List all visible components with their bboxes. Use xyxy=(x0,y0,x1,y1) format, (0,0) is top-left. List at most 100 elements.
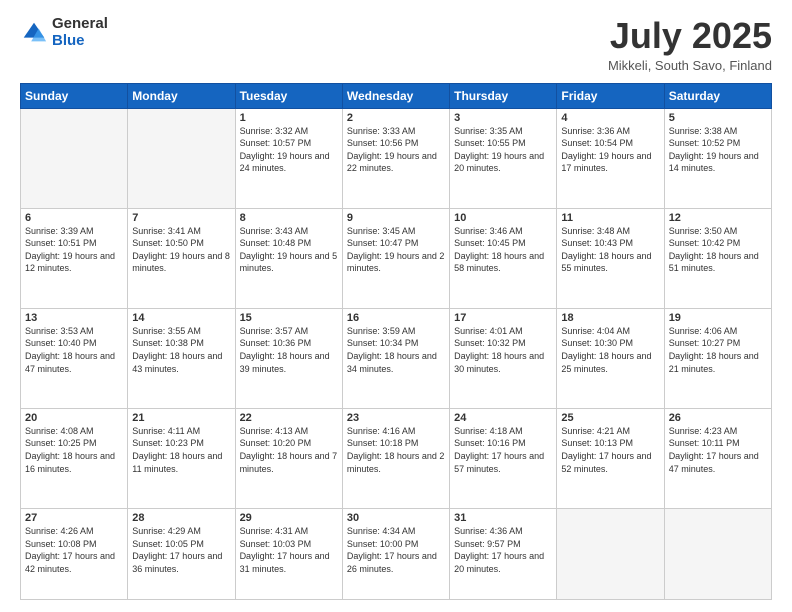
day-number: 8 xyxy=(240,212,338,224)
table-row: 9Sunrise: 3:45 AM Sunset: 10:47 PM Dayli… xyxy=(342,208,449,308)
week-row-1: 1Sunrise: 3:32 AM Sunset: 10:57 PM Dayli… xyxy=(21,108,772,208)
day-info: Sunrise: 3:39 AM Sunset: 10:51 PM Daylig… xyxy=(25,225,123,275)
calendar-header-row: Sunday Monday Tuesday Wednesday Thursday… xyxy=(21,83,772,108)
table-row: 15Sunrise: 3:57 AM Sunset: 10:36 PM Dayl… xyxy=(235,308,342,408)
day-number: 23 xyxy=(347,412,445,424)
month-title: July 2025 xyxy=(608,16,772,56)
table-row: 18Sunrise: 4:04 AM Sunset: 10:30 PM Dayl… xyxy=(557,308,664,408)
day-info: Sunrise: 4:29 AM Sunset: 10:05 PM Daylig… xyxy=(132,525,230,575)
day-info: Sunrise: 3:45 AM Sunset: 10:47 PM Daylig… xyxy=(347,225,445,275)
table-row: 22Sunrise: 4:13 AM Sunset: 10:20 PM Dayl… xyxy=(235,408,342,508)
table-row: 30Sunrise: 4:34 AM Sunset: 10:00 PM Dayl… xyxy=(342,508,449,599)
col-friday: Friday xyxy=(557,83,664,108)
day-number: 18 xyxy=(561,312,659,324)
table-row xyxy=(557,508,664,599)
table-row: 8Sunrise: 3:43 AM Sunset: 10:48 PM Dayli… xyxy=(235,208,342,308)
day-number: 27 xyxy=(25,512,123,524)
table-row: 17Sunrise: 4:01 AM Sunset: 10:32 PM Dayl… xyxy=(450,308,557,408)
table-row: 28Sunrise: 4:29 AM Sunset: 10:05 PM Dayl… xyxy=(128,508,235,599)
col-wednesday: Wednesday xyxy=(342,83,449,108)
day-info: Sunrise: 4:18 AM Sunset: 10:16 PM Daylig… xyxy=(454,425,552,475)
day-info: Sunrise: 3:35 AM Sunset: 10:55 PM Daylig… xyxy=(454,125,552,175)
day-number: 26 xyxy=(669,412,767,424)
table-row: 27Sunrise: 4:26 AM Sunset: 10:08 PM Dayl… xyxy=(21,508,128,599)
week-row-3: 13Sunrise: 3:53 AM Sunset: 10:40 PM Dayl… xyxy=(21,308,772,408)
day-info: Sunrise: 4:23 AM Sunset: 10:11 PM Daylig… xyxy=(669,425,767,475)
page: General Blue July 2025 Mikkeli, South Sa… xyxy=(0,0,792,612)
day-number: 29 xyxy=(240,512,338,524)
table-row: 1Sunrise: 3:32 AM Sunset: 10:57 PM Dayli… xyxy=(235,108,342,208)
day-number: 1 xyxy=(240,112,338,124)
logo: General Blue xyxy=(20,16,108,49)
day-number: 13 xyxy=(25,312,123,324)
table-row: 13Sunrise: 3:53 AM Sunset: 10:40 PM Dayl… xyxy=(21,308,128,408)
week-row-2: 6Sunrise: 3:39 AM Sunset: 10:51 PM Dayli… xyxy=(21,208,772,308)
day-number: 7 xyxy=(132,212,230,224)
day-info: Sunrise: 4:13 AM Sunset: 10:20 PM Daylig… xyxy=(240,425,338,475)
day-number: 20 xyxy=(25,412,123,424)
day-info: Sunrise: 4:01 AM Sunset: 10:32 PM Daylig… xyxy=(454,325,552,375)
table-row: 20Sunrise: 4:08 AM Sunset: 10:25 PM Dayl… xyxy=(21,408,128,508)
day-number: 24 xyxy=(454,412,552,424)
day-info: Sunrise: 3:55 AM Sunset: 10:38 PM Daylig… xyxy=(132,325,230,375)
table-row: 3Sunrise: 3:35 AM Sunset: 10:55 PM Dayli… xyxy=(450,108,557,208)
day-number: 16 xyxy=(347,312,445,324)
day-number: 4 xyxy=(561,112,659,124)
logo-text: General Blue xyxy=(52,16,108,49)
day-info: Sunrise: 3:41 AM Sunset: 10:50 PM Daylig… xyxy=(132,225,230,275)
day-info: Sunrise: 4:11 AM Sunset: 10:23 PM Daylig… xyxy=(132,425,230,475)
col-tuesday: Tuesday xyxy=(235,83,342,108)
table-row xyxy=(21,108,128,208)
table-row: 10Sunrise: 3:46 AM Sunset: 10:45 PM Dayl… xyxy=(450,208,557,308)
table-row: 5Sunrise: 3:38 AM Sunset: 10:52 PM Dayli… xyxy=(664,108,771,208)
day-number: 17 xyxy=(454,312,552,324)
col-monday: Monday xyxy=(128,83,235,108)
table-row: 2Sunrise: 3:33 AM Sunset: 10:56 PM Dayli… xyxy=(342,108,449,208)
day-number: 10 xyxy=(454,212,552,224)
day-info: Sunrise: 4:26 AM Sunset: 10:08 PM Daylig… xyxy=(25,525,123,575)
day-number: 2 xyxy=(347,112,445,124)
logo-general: General xyxy=(52,16,108,33)
day-number: 31 xyxy=(454,512,552,524)
day-info: Sunrise: 4:08 AM Sunset: 10:25 PM Daylig… xyxy=(25,425,123,475)
day-info: Sunrise: 3:36 AM Sunset: 10:54 PM Daylig… xyxy=(561,125,659,175)
day-number: 30 xyxy=(347,512,445,524)
day-info: Sunrise: 3:43 AM Sunset: 10:48 PM Daylig… xyxy=(240,225,338,275)
table-row xyxy=(128,108,235,208)
logo-icon xyxy=(20,19,48,47)
table-row xyxy=(664,508,771,599)
day-info: Sunrise: 3:33 AM Sunset: 10:56 PM Daylig… xyxy=(347,125,445,175)
day-info: Sunrise: 4:36 AM Sunset: 9:57 PM Dayligh… xyxy=(454,525,552,575)
table-row: 4Sunrise: 3:36 AM Sunset: 10:54 PM Dayli… xyxy=(557,108,664,208)
table-row: 21Sunrise: 4:11 AM Sunset: 10:23 PM Dayl… xyxy=(128,408,235,508)
day-info: Sunrise: 3:32 AM Sunset: 10:57 PM Daylig… xyxy=(240,125,338,175)
table-row: 7Sunrise: 3:41 AM Sunset: 10:50 PM Dayli… xyxy=(128,208,235,308)
day-info: Sunrise: 3:53 AM Sunset: 10:40 PM Daylig… xyxy=(25,325,123,375)
table-row: 24Sunrise: 4:18 AM Sunset: 10:16 PM Dayl… xyxy=(450,408,557,508)
day-number: 21 xyxy=(132,412,230,424)
day-number: 12 xyxy=(669,212,767,224)
day-info: Sunrise: 3:46 AM Sunset: 10:45 PM Daylig… xyxy=(454,225,552,275)
day-number: 19 xyxy=(669,312,767,324)
table-row: 11Sunrise: 3:48 AM Sunset: 10:43 PM Dayl… xyxy=(557,208,664,308)
day-number: 11 xyxy=(561,212,659,224)
header: General Blue July 2025 Mikkeli, South Sa… xyxy=(20,16,772,73)
table-row: 29Sunrise: 4:31 AM Sunset: 10:03 PM Dayl… xyxy=(235,508,342,599)
logo-blue: Blue xyxy=(52,33,108,50)
table-row: 6Sunrise: 3:39 AM Sunset: 10:51 PM Dayli… xyxy=(21,208,128,308)
day-number: 28 xyxy=(132,512,230,524)
day-info: Sunrise: 4:04 AM Sunset: 10:30 PM Daylig… xyxy=(561,325,659,375)
col-thursday: Thursday xyxy=(450,83,557,108)
day-info: Sunrise: 3:48 AM Sunset: 10:43 PM Daylig… xyxy=(561,225,659,275)
table-row: 25Sunrise: 4:21 AM Sunset: 10:13 PM Dayl… xyxy=(557,408,664,508)
calendar-table: Sunday Monday Tuesday Wednesday Thursday… xyxy=(20,83,772,600)
day-info: Sunrise: 4:06 AM Sunset: 10:27 PM Daylig… xyxy=(669,325,767,375)
day-number: 22 xyxy=(240,412,338,424)
table-row: 16Sunrise: 3:59 AM Sunset: 10:34 PM Dayl… xyxy=(342,308,449,408)
table-row: 12Sunrise: 3:50 AM Sunset: 10:42 PM Dayl… xyxy=(664,208,771,308)
location: Mikkeli, South Savo, Finland xyxy=(608,58,772,73)
day-info: Sunrise: 4:34 AM Sunset: 10:00 PM Daylig… xyxy=(347,525,445,575)
day-info: Sunrise: 4:16 AM Sunset: 10:18 PM Daylig… xyxy=(347,425,445,475)
col-saturday: Saturday xyxy=(664,83,771,108)
day-number: 14 xyxy=(132,312,230,324)
